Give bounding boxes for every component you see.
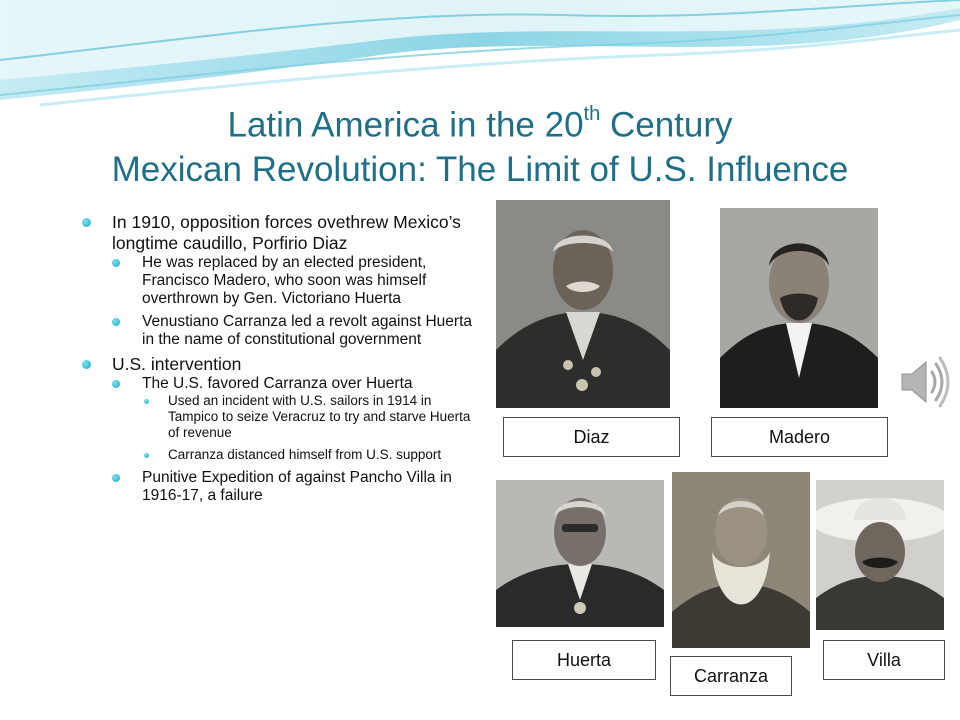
portrait-diaz bbox=[496, 200, 670, 408]
bullet-text: The U.S. favored Carranza over Huerta bbox=[142, 375, 413, 392]
bullet-item: In 1910, opposition forces ovethrew Mexi… bbox=[82, 212, 472, 349]
bullet-dot-icon bbox=[144, 399, 149, 404]
bullet-dot-icon bbox=[82, 360, 91, 369]
bullet-dot-icon bbox=[112, 474, 120, 482]
bullet-dot-icon bbox=[112, 259, 120, 267]
sub-bullet-item: Venustiano Carranza led a revolt against… bbox=[112, 313, 472, 349]
portrait-madero bbox=[720, 208, 878, 408]
sub-sub-bullet-item: Used an incident with U.S. sailors in 19… bbox=[142, 393, 472, 441]
bullet-text: Punitive Expedition of against Pancho Vi… bbox=[142, 469, 452, 504]
portrait-villa bbox=[816, 480, 944, 630]
bullet-text: Carranza distanced himself from U.S. sup… bbox=[168, 447, 442, 462]
sub-bullet-item: The U.S. favored Carranza over Huerta Us… bbox=[112, 375, 472, 463]
bullet-text: In 1910, opposition forces ovethrew Mexi… bbox=[112, 212, 461, 253]
title-line-1-text: Latin America in the 20 bbox=[227, 105, 584, 145]
bullet-dot-icon bbox=[144, 453, 149, 458]
label-diaz: Diaz bbox=[503, 417, 680, 457]
bullet-text: He was replaced by an elected president,… bbox=[142, 254, 427, 307]
bullet-text: Used an incident with U.S. sailors in 19… bbox=[168, 393, 471, 440]
header-wave-decoration bbox=[0, 0, 960, 107]
sub-sub-bullet-item: Carranza distanced himself from U.S. sup… bbox=[142, 447, 472, 463]
bullet-text: U.S. intervention bbox=[112, 354, 242, 374]
label-villa: Villa bbox=[823, 640, 945, 680]
slide-title: Latin America in the 20th Century Mexica… bbox=[40, 96, 920, 192]
title-line-1-tail: Century bbox=[600, 105, 733, 145]
portrait-huerta bbox=[496, 480, 664, 627]
title-line-1: Latin America in the 20th Century bbox=[40, 96, 920, 148]
label-madero: Madero bbox=[711, 417, 888, 457]
bullet-item: U.S. intervention The U.S. favored Carra… bbox=[82, 354, 472, 505]
sub-bullet-item: He was replaced by an elected president,… bbox=[112, 254, 472, 308]
label-huerta: Huerta bbox=[512, 640, 656, 680]
title-superscript: th bbox=[583, 103, 601, 125]
speaker-icon[interactable] bbox=[898, 352, 950, 412]
bullet-dot-icon bbox=[112, 318, 120, 326]
bullet-dot-icon bbox=[82, 218, 91, 227]
portrait-carranza bbox=[672, 472, 810, 648]
bullet-text: Venustiano Carranza led a revolt against… bbox=[142, 313, 473, 348]
sub-bullet-item: Punitive Expedition of against Pancho Vi… bbox=[112, 469, 472, 505]
bullet-dot-icon bbox=[112, 380, 120, 388]
title-line-2: Mexican Revolution: The Limit of U.S. In… bbox=[111, 149, 849, 189]
bullet-list: In 1910, opposition forces ovethrew Mexi… bbox=[82, 212, 472, 510]
label-carranza: Carranza bbox=[670, 656, 792, 696]
